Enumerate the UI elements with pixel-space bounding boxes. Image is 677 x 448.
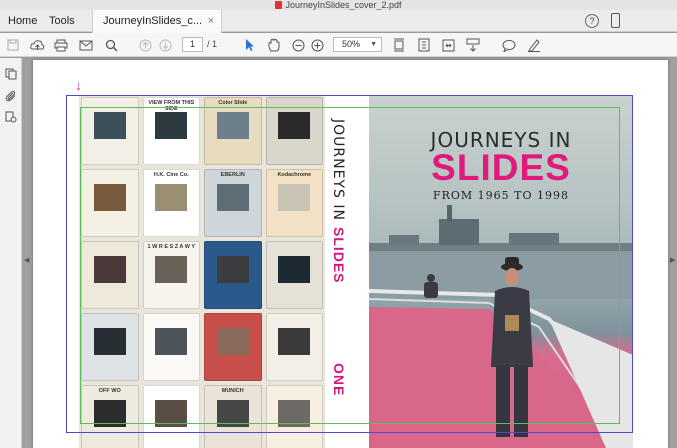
slide-frame: OFF WO — [81, 385, 139, 448]
fit-width-icon[interactable] — [441, 37, 455, 53]
slide-label: VIEW FROM THIS SIDE — [148, 99, 195, 112]
slide-frame — [265, 385, 323, 448]
slide-frame: VIEW FROM THIS SIDE — [142, 97, 200, 165]
slide-photo — [216, 399, 249, 428]
slide-frame: 1 W R E S Z A W Y — [142, 241, 200, 309]
slide-photo — [216, 327, 249, 356]
slide-frame: Kodachrome — [265, 169, 323, 237]
slide-photo — [93, 183, 126, 212]
read-mode-icon[interactable] — [465, 37, 481, 53]
slide-frame: Color Slide — [204, 97, 262, 165]
email-icon[interactable] — [78, 37, 94, 53]
slide-frame — [81, 241, 139, 309]
slide-frame — [142, 313, 200, 381]
help-button[interactable]: ? — [585, 14, 599, 28]
zoom-level-select[interactable]: 50% ▼ — [333, 37, 382, 52]
slide-photo — [155, 111, 188, 140]
tab-bar: Home Tools JourneyInSlides_c... × ? — [0, 10, 677, 33]
down-arrow-marker-icon: ↓ — [75, 77, 82, 93]
hand-icon[interactable] — [266, 37, 282, 53]
slide-photo — [278, 183, 311, 212]
slide-label: EBERLIN — [220, 171, 245, 178]
fit-page-icon[interactable] — [392, 37, 406, 53]
slide-photo — [93, 399, 126, 428]
chevron-down-icon: ▼ — [370, 41, 377, 48]
zoom-level-value: 50% — [342, 39, 361, 49]
comment-icon[interactable] — [501, 37, 517, 53]
mobile-link-icon[interactable] — [611, 13, 620, 28]
slide-photo — [155, 327, 188, 356]
slide-label: Kodachrome — [277, 171, 312, 178]
slide-photo — [216, 183, 249, 212]
scroll-icon[interactable] — [417, 37, 431, 53]
slide-label: OFF WO — [98, 387, 121, 394]
search-icon[interactable] — [103, 37, 119, 53]
left-panel-toggle-icon[interactable]: ◀ — [24, 256, 29, 264]
slide-label: H.K. Cine Co. — [153, 171, 189, 178]
select-arrow-icon[interactable] — [244, 37, 256, 53]
pdf-page[interactable]: VIEW FROM THIS SIDE Color Slide H.K. Cine … — [33, 60, 668, 448]
zoom-in-icon[interactable] — [309, 37, 325, 53]
window-title: JourneyInSlides_cover_2.pdf — [285, 0, 402, 10]
save-icon[interactable] — [6, 37, 20, 53]
page-up-icon[interactable] — [138, 37, 152, 53]
slide-photo — [278, 327, 311, 356]
front-cover: JOURNEYS IN SLIDES FROM 1965 TO 1998 — [369, 95, 633, 448]
slide-frame: MUNICH — [204, 385, 262, 448]
slide-frame — [81, 169, 139, 237]
page-total: / 1 — [207, 39, 218, 49]
slide-frame — [265, 241, 323, 309]
tags-icon[interactable] — [5, 111, 17, 123]
slide-frame: EBERLIN — [204, 169, 262, 237]
print-icon[interactable] — [53, 37, 69, 53]
spine-volume: ONE — [331, 363, 347, 397]
slide-photo — [155, 255, 188, 284]
slide-photo — [216, 111, 249, 140]
back-cover-slides: VIEW FROM THIS SIDE Color Slide H.K. Cine … — [79, 95, 325, 448]
front-title-line2: SLIDES — [431, 147, 571, 188]
front-subtitle: FROM 1965 TO 1998 — [432, 189, 570, 202]
tab-document-label: JourneyInSlides_c... — [103, 15, 203, 27]
slide-photo — [278, 399, 311, 428]
slide-frame — [204, 313, 262, 381]
spine-title-highlight: SLIDES — [331, 226, 347, 284]
tab-home[interactable]: Home — [8, 10, 37, 32]
page-down-icon[interactable] — [158, 37, 172, 53]
slide-label: Color Slide — [218, 99, 248, 106]
spine-title: JOURNEYS IN SLIDES — [330, 119, 347, 284]
right-panel-toggle-icon[interactable]: ▶ — [670, 256, 675, 264]
window-title-bar: JourneyInSlides_cover_2.pdf — [0, 0, 677, 10]
tab-document[interactable]: JourneyInSlides_c... × — [92, 10, 222, 33]
slide-frame — [81, 97, 139, 165]
slide-photo — [155, 399, 188, 428]
book-spine: JOURNEYS IN SLIDES ONE — [325, 95, 369, 448]
slide-photo — [216, 255, 249, 284]
pdf-file-icon — [275, 1, 283, 9]
main-toolbar: 1 / 1 50% ▼ — [0, 33, 677, 57]
slide-label: 1 W R E S Z A W Y — [147, 243, 195, 250]
zoom-out-icon[interactable] — [290, 37, 306, 53]
slide-photo — [93, 111, 126, 140]
left-navigation-rail — [0, 58, 22, 448]
slide-photo — [93, 327, 126, 356]
slide-photo — [278, 255, 311, 284]
slide-photo — [278, 111, 311, 140]
thumbnails-icon[interactable] — [5, 68, 17, 80]
upload-icon[interactable] — [29, 37, 45, 53]
close-tab-icon[interactable]: × — [208, 10, 214, 32]
slide-frame — [204, 241, 262, 309]
slide-photo — [93, 255, 126, 284]
slide-frame: H.K. Cine Co. — [142, 169, 200, 237]
slide-label: MUNICH — [221, 387, 244, 394]
spine-title-text: JOURNEYS IN — [330, 119, 346, 221]
tab-tools[interactable]: Tools — [49, 10, 75, 32]
attachments-icon[interactable] — [5, 90, 17, 102]
slide-photo — [155, 183, 188, 212]
slide-frame — [142, 385, 200, 448]
slide-frame — [81, 313, 139, 381]
highlight-pen-icon[interactable] — [526, 37, 542, 53]
slide-frame — [265, 313, 323, 381]
slide-frame — [265, 97, 323, 165]
page-number-input[interactable]: 1 — [182, 37, 203, 52]
